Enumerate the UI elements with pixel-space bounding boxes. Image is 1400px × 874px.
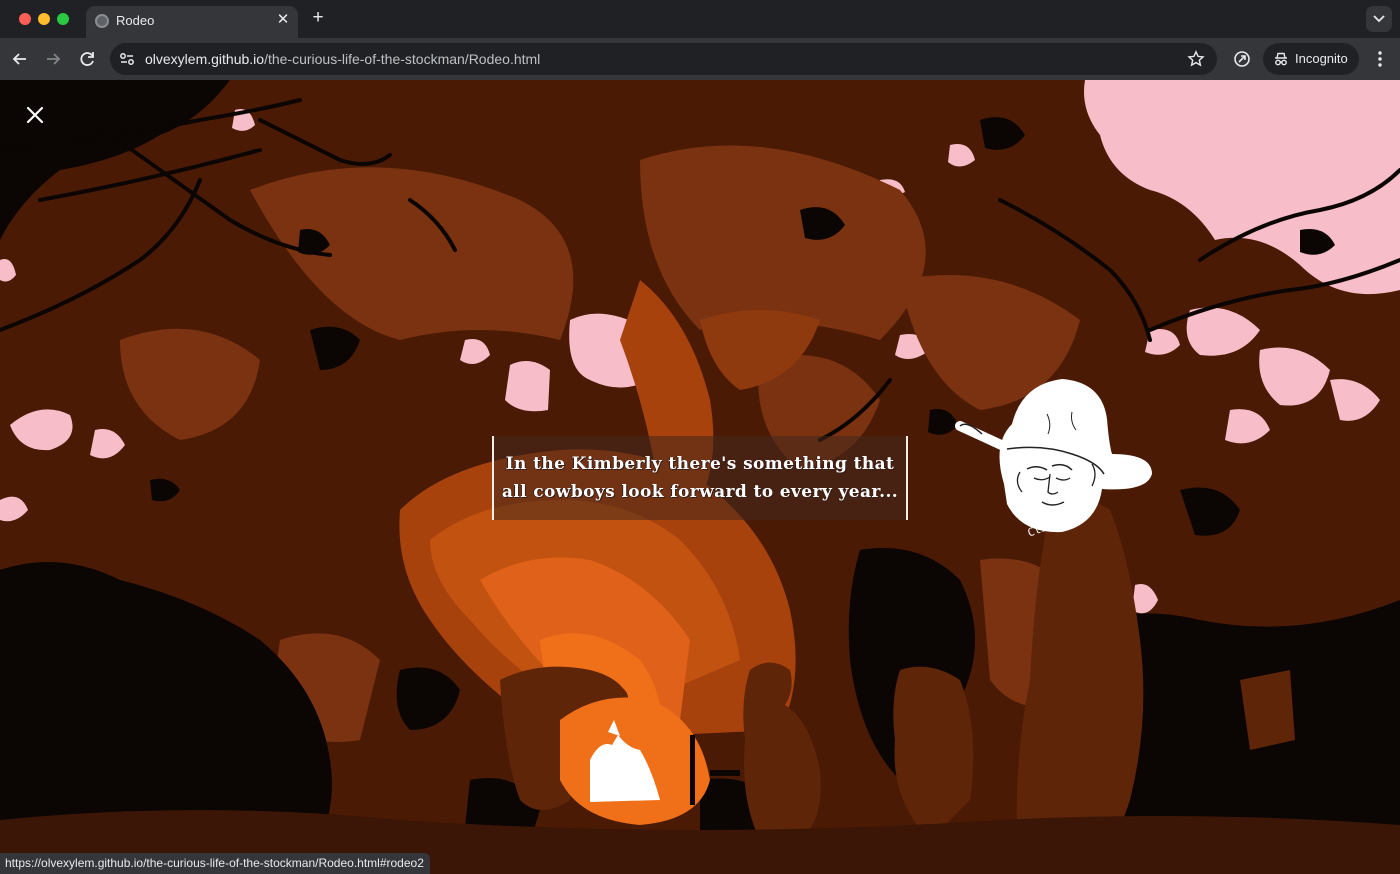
back-button[interactable] xyxy=(9,48,31,70)
bookmark-star-icon[interactable] xyxy=(1187,50,1205,68)
site-settings-icon[interactable] xyxy=(118,50,136,68)
incognito-profile-button[interactable]: Incognito xyxy=(1263,43,1359,75)
chevron-down-icon xyxy=(1373,15,1385,23)
status-bar-url: https://olvexylem.github.io/the-curious-… xyxy=(0,853,430,874)
tab-close-icon[interactable]: ✕ xyxy=(274,11,292,29)
browser-window: Rodeo ✕ + olvexylem.github.io/the-curiou… xyxy=(0,0,1400,874)
page-viewport: In the Kimberly there's something that a… xyxy=(0,80,1400,874)
minimize-window-button[interactable] xyxy=(38,13,50,25)
reload-icon xyxy=(80,52,94,66)
more-menu-icon[interactable] xyxy=(1370,49,1390,69)
profile-label: Incognito xyxy=(1295,51,1348,66)
url-text[interactable]: olvexylem.github.io/the-curious-life-of-… xyxy=(145,51,540,67)
caption-line-1: In the Kimberly there's something that xyxy=(505,454,895,474)
globe-icon xyxy=(95,14,109,28)
maximize-window-button[interactable] xyxy=(57,13,69,25)
address-bar[interactable]: olvexylem.github.io/the-curious-life-of-… xyxy=(110,43,1217,75)
tab-search-button[interactable] xyxy=(1366,6,1392,32)
new-tab-button[interactable]: + xyxy=(308,8,328,28)
caption-line-2: all cowboys look forward to every year..… xyxy=(501,482,899,502)
forward-button[interactable] xyxy=(42,48,64,70)
reload-button[interactable] xyxy=(76,48,98,70)
cowboy-avatar-button[interactable] xyxy=(952,374,1162,564)
url-host: olvexylem.github.io xyxy=(145,51,265,67)
toolbar: olvexylem.github.io/the-curious-life-of-… xyxy=(0,38,1400,80)
tab-title: Rodeo xyxy=(116,13,155,28)
arrow-right-icon xyxy=(47,53,61,65)
url-path: /the-curious-life-of-the-stockman/Rodeo.… xyxy=(264,51,541,67)
tab-rodeo[interactable]: Rodeo ✕ xyxy=(86,6,298,38)
close-window-button[interactable] xyxy=(19,13,31,25)
story-caption: In the Kimberly there's something that a… xyxy=(492,436,908,520)
arrow-left-icon xyxy=(12,53,26,65)
tab-strip: Rodeo ✕ + xyxy=(0,0,1400,38)
extension-icon[interactable] xyxy=(1232,49,1252,69)
close-icon[interactable] xyxy=(24,104,46,126)
incognito-icon xyxy=(1275,52,1287,66)
